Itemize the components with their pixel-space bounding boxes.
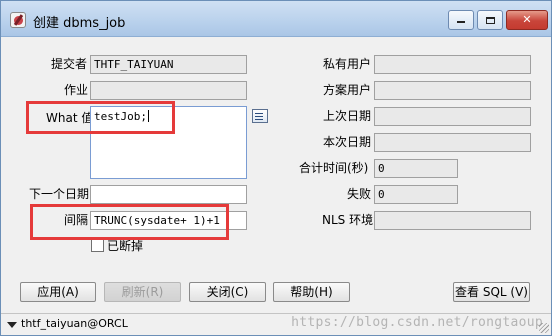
private-user-field[interactable] bbox=[374, 55, 531, 74]
watermark-text: https://blog.csdn.net/rongtaoup bbox=[291, 315, 543, 330]
what-textarea[interactable]: testJob; bbox=[90, 106, 247, 179]
apply-button[interactable]: 应用(A) bbox=[20, 282, 96, 302]
close-icon: ✕ bbox=[522, 13, 532, 26]
failures-label: 失败 bbox=[347, 187, 372, 201]
submitter-label: 提交者 bbox=[51, 57, 88, 71]
schema-user-field[interactable] bbox=[374, 81, 531, 100]
text-caret bbox=[147, 110, 149, 122]
what-text: testJob; bbox=[94, 110, 147, 123]
this-date-label: 本次日期 bbox=[323, 135, 372, 149]
interval-field[interactable]: TRUNC(sysdate+ 1)+1 bbox=[90, 211, 247, 230]
window-title: 创建 dbms_job bbox=[33, 16, 126, 31]
total-time-label: 合计时间(秒) bbox=[299, 161, 369, 175]
job-label: 作业 bbox=[64, 83, 89, 97]
resize-grip-icon[interactable] bbox=[539, 323, 549, 333]
next-date-field[interactable] bbox=[90, 185, 247, 204]
broken-label: 已断掉 bbox=[107, 239, 144, 253]
title-bar[interactable]: 创建 dbms_job ✕ bbox=[1, 1, 551, 37]
total-time-field[interactable]: 0 bbox=[374, 159, 458, 178]
maximize-button[interactable] bbox=[477, 10, 503, 30]
schema-user-label: 方案用户 bbox=[323, 83, 372, 97]
what-label: What 值 bbox=[46, 111, 94, 125]
nls-field[interactable] bbox=[374, 211, 531, 230]
minimize-button[interactable] bbox=[448, 10, 474, 30]
dialog-window: 创建 dbms_job ✕ 提交者 THTF_TAIYUAN 作业 What 值… bbox=[0, 0, 552, 336]
view-sql-button[interactable]: 查看 SQL (V) bbox=[453, 282, 530, 302]
last-date-label: 上次日期 bbox=[323, 109, 372, 123]
last-date-field[interactable] bbox=[374, 107, 531, 126]
failures-field[interactable]: 0 bbox=[374, 185, 458, 204]
status-bar: thtf_taiyuan@ORCL https://blog.csdn.net/… bbox=[1, 313, 551, 335]
app-icon bbox=[10, 12, 26, 28]
this-date-field[interactable] bbox=[374, 133, 531, 152]
list-editor-icon[interactable] bbox=[252, 109, 268, 123]
dropdown-arrow-icon[interactable] bbox=[7, 322, 17, 328]
job-field[interactable] bbox=[90, 81, 247, 100]
next-date-label: 下一个日期 bbox=[29, 187, 90, 201]
broken-checkbox[interactable] bbox=[91, 239, 104, 252]
refresh-button[interactable]: 刷新(R) bbox=[104, 282, 181, 302]
close-dialog-button[interactable]: 关闭(C) bbox=[189, 282, 266, 302]
help-button[interactable]: 帮助(H) bbox=[273, 282, 350, 302]
private-user-label: 私有用户 bbox=[323, 57, 372, 71]
minimize-icon bbox=[457, 21, 465, 23]
nls-label: NLS 环境 bbox=[322, 213, 374, 227]
submitter-field[interactable]: THTF_TAIYUAN bbox=[90, 55, 247, 74]
connection-status: thtf_taiyuan@ORCL bbox=[21, 317, 128, 330]
maximize-icon bbox=[485, 16, 495, 24]
close-button[interactable]: ✕ bbox=[506, 10, 548, 30]
interval-label: 间隔 bbox=[64, 213, 89, 227]
